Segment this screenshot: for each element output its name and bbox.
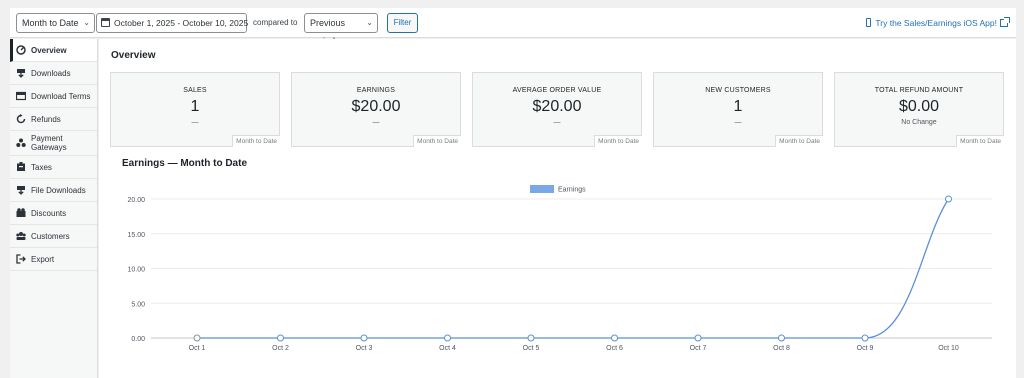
- sidebar-item-customers[interactable]: Customers: [10, 225, 97, 248]
- y-tick-label: 15.00: [127, 232, 145, 239]
- x-tick-label: Oct 7: [690, 345, 707, 352]
- compare-period-select[interactable]: Previous period ⌄: [304, 13, 378, 46]
- refund-icon: [16, 114, 26, 124]
- sidebar-item-label: Payment Gateways: [31, 134, 67, 152]
- filter-button[interactable]: Filter: [387, 13, 418, 33]
- sidebar-item-label: Taxes: [31, 162, 52, 172]
- sidebar-item-download-terms[interactable]: Download Terms: [10, 85, 97, 108]
- ios-app-link-text: Try the Sales/Earnings iOS App!: [875, 18, 997, 28]
- customers-icon: [16, 232, 26, 240]
- sidebar-item-label: Customers: [31, 231, 70, 241]
- sidebar-item-label: Refunds: [31, 114, 61, 124]
- earnings-data-point: [360, 334, 368, 342]
- sidebar-item-label: File Downloads: [31, 185, 86, 195]
- phone-icon: [866, 18, 872, 27]
- sidebar-item-label: Overview: [31, 45, 67, 55]
- download-icon: [17, 69, 25, 78]
- date-range-select-value: Month to Date: [22, 18, 79, 28]
- earnings-data-point: [861, 334, 869, 342]
- date-range-select[interactable]: Month to Date ⌄: [16, 13, 95, 33]
- reports-sidebar: Overview Downloads Download Terms Refunds Pa…: [10, 39, 98, 378]
- chevron-down-icon: ⌄: [83, 18, 90, 27]
- date-range-input[interactable]: October 1, 2025 - October 10, 2025: [96, 13, 249, 33]
- earnings-chart: 0.00 5.00 10.00 15.00 20.00 Oct 1 Oct 2 Oct 3 Oc…: [127, 185, 992, 352]
- earnings-data-point: [444, 334, 451, 342]
- terms-icon: [16, 91, 26, 101]
- x-tick-label: Oct 3: [356, 345, 373, 352]
- external-link-icon: [1000, 17, 1010, 27]
- earnings-data-point: [193, 334, 201, 342]
- export-icon: [16, 254, 26, 264]
- earnings-data-point: [945, 195, 952, 203]
- sidebar-item-downloads[interactable]: Downloads: [10, 62, 97, 85]
- x-tick-label: Oct 6: [606, 345, 623, 352]
- discounts-icon: [16, 208, 26, 217]
- y-tick-label: 5.00: [131, 301, 145, 308]
- x-tick-label: Oct 9: [857, 345, 874, 352]
- sidebar-item-discounts[interactable]: Discounts: [10, 202, 97, 225]
- file-download-icon: [17, 186, 25, 195]
- chevron-down-icon: ⌄: [366, 18, 373, 27]
- sidebar-item-taxes[interactable]: Taxes: [10, 156, 97, 179]
- taxes-icon: [17, 162, 25, 171]
- earnings-data-point: [611, 334, 618, 342]
- earnings-data-point: [277, 334, 284, 342]
- x-tick-label: Oct 10: [938, 345, 959, 352]
- sidebar-item-payment-gateways[interactable]: Payment Gateways: [10, 131, 97, 156]
- x-tick-label: Oct 8: [773, 345, 790, 352]
- sidebar-item-label: Discounts: [31, 208, 67, 218]
- sidebar-item-export[interactable]: Export: [10, 248, 97, 271]
- x-tick-label: Oct 2: [272, 345, 289, 352]
- x-tick-label: Oct 1: [189, 345, 206, 352]
- sidebar-item-label: Downloads: [31, 68, 71, 78]
- y-tick-label: 0.00: [131, 336, 145, 343]
- legend-label: Earnings: [558, 187, 586, 194]
- y-tick-label: 10.00: [127, 267, 145, 274]
- dashboard-icon: [16, 45, 26, 55]
- earnings-data-point: [527, 334, 535, 342]
- sidebar-item-overview[interactable]: Overview: [10, 39, 97, 62]
- earnings-data-point: [778, 334, 785, 342]
- legend-swatch: [530, 185, 554, 193]
- compared-to-label: compared to: [253, 18, 298, 27]
- x-tick-label: Oct 4: [439, 345, 456, 352]
- date-range-value: October 1, 2025 - October 10, 2025: [114, 18, 249, 28]
- y-tick-label: 20.00: [127, 197, 145, 204]
- filter-toolbar: Month to Date ⌄ October 1, 2025 - Octobe…: [10, 8, 1016, 46]
- x-tick-label: Oct 5: [523, 345, 540, 352]
- gateways-icon: [16, 138, 26, 147]
- earnings-data-point: [694, 334, 702, 342]
- report-main: Overview SALES 1— Month to Date EARNINGS $20…: [99, 39, 1016, 378]
- sidebar-item-file-downloads[interactable]: File Downloads: [10, 179, 97, 202]
- calendar-icon: [101, 18, 110, 27]
- sidebar-item-refunds[interactable]: Refunds: [10, 108, 97, 131]
- sidebar-item-label: Download Terms: [31, 91, 91, 101]
- ios-app-link[interactable]: Try the Sales/Earnings iOS App!: [866, 13, 1010, 33]
- sidebar-item-label: Export: [31, 254, 55, 264]
